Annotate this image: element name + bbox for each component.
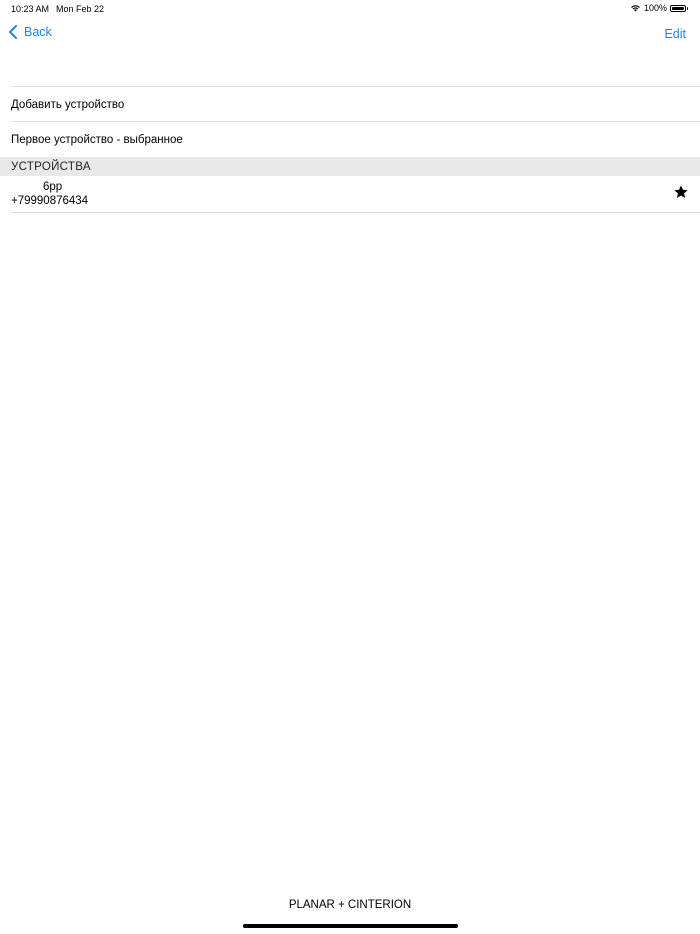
chevron-left-icon xyxy=(9,25,17,39)
device-phone: +79990876434 xyxy=(11,195,89,207)
status-date: Mon Feb 22 xyxy=(56,4,105,14)
battery-fill xyxy=(672,6,684,10)
battery-icon xyxy=(670,4,688,12)
star-icon[interactable] xyxy=(673,184,689,200)
home-indicator[interactable] xyxy=(243,924,458,928)
navigation-bar: Back Edit xyxy=(0,22,700,46)
first-device-favorite-cell[interactable]: Первое устройство - выбранное xyxy=(0,122,700,157)
divider xyxy=(11,212,700,213)
first-device-favorite-label: Первое устройство - выбранное xyxy=(11,133,183,146)
status-time: 10:23 AM xyxy=(11,4,50,14)
device-name: 6pp xyxy=(43,181,63,193)
back-label: Back xyxy=(24,25,52,39)
devices-section-header: УСТРОЙСТВА xyxy=(0,157,700,176)
edit-button[interactable]: Edit xyxy=(664,27,686,41)
device-row[interactable]: 6pp +79990876434 xyxy=(0,177,700,212)
wifi-icon xyxy=(631,5,640,12)
add-device-label: Добавить устройство xyxy=(11,98,125,111)
status-bar: 10:23 AM Mon Feb 22 100% xyxy=(0,0,700,18)
status-indicators: 100% xyxy=(630,3,688,13)
footer-text: PLANAR + CINTERION xyxy=(288,899,412,911)
back-button[interactable]: Back xyxy=(8,25,52,39)
battery-percent: 100% xyxy=(643,3,667,13)
add-device-cell[interactable]: Добавить устройство xyxy=(0,87,700,122)
devices-section-title: УСТРОЙСТВА xyxy=(11,160,91,173)
